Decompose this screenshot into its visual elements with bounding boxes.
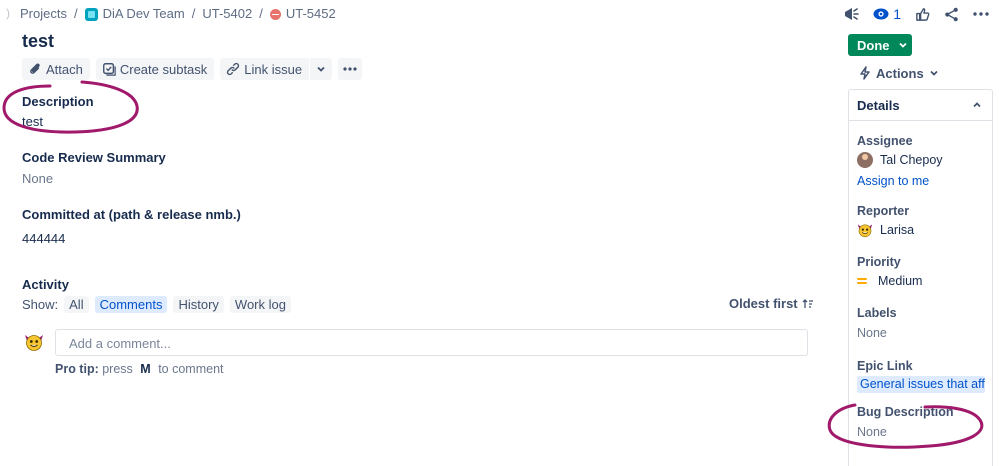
committed-at-value[interactable]: 444444 [22, 231, 65, 246]
reporter-value[interactable]: Larisa [857, 222, 914, 238]
activity-heading: Activity [22, 277, 69, 292]
more-actions-button[interactable] [338, 58, 363, 80]
details-title: Details [857, 97, 900, 113]
breadcrumb-team[interactable]: DiA Dev Team [103, 6, 185, 21]
issue-toolbar: Attach Create subtask Link issue [22, 58, 363, 80]
details-panel: Details Assignee Tal Chepoy Assign to me… [848, 89, 993, 466]
sort-order-label: Oldest first [729, 296, 798, 311]
create-subtask-button[interactable]: Create subtask [95, 58, 215, 80]
code-review-label: Code Review Summary [22, 150, 166, 165]
breadcrumb-edge: ) [6, 6, 10, 20]
pro-tip-press: press [102, 362, 133, 376]
description-label: Description [22, 94, 94, 109]
labels-label: Labels [857, 306, 897, 320]
project-icon [84, 7, 98, 21]
breadcrumb-parent-issue[interactable]: UT-5402 [202, 6, 252, 21]
thumbs-up-icon[interactable] [915, 7, 930, 22]
pro-tip-label: Pro tip: [55, 362, 99, 376]
bug-description-value[interactable]: None [857, 425, 887, 439]
subtask-icon [102, 63, 116, 76]
eye-icon [873, 8, 889, 20]
priority-label: Priority [857, 255, 901, 269]
issue-title[interactable]: test [22, 31, 54, 52]
breadcrumb-projects[interactable]: Projects [20, 6, 67, 21]
link-issue-group: Link issue [220, 58, 333, 80]
labels-value[interactable]: None [857, 326, 887, 340]
pro-tip-rest: to comment [158, 362, 224, 376]
bug-description-label: Bug Description [857, 405, 954, 419]
link-icon [227, 62, 240, 76]
watchers-count: 1 [893, 6, 901, 22]
more-icon [343, 67, 357, 71]
more-icon[interactable] [973, 12, 989, 16]
breadcrumb-separator: / [259, 5, 263, 21]
reporter-avatar [857, 224, 873, 238]
assignee-name: Tal Chepoy [880, 153, 943, 167]
assign-to-me-link[interactable]: Assign to me [857, 174, 929, 188]
filter-comments[interactable]: Comments [94, 295, 168, 313]
sort-icon [802, 298, 813, 308]
chevron-down-icon [898, 42, 907, 48]
assignee-value[interactable]: Tal Chepoy [857, 152, 943, 168]
link-issue-button[interactable]: Link issue [220, 58, 310, 80]
epic-link-label: Epic Link [857, 359, 913, 373]
watch-button[interactable]: 1 [873, 6, 901, 22]
issue-header-actions: 1 [843, 3, 989, 25]
link-issue-dropdown[interactable] [310, 58, 333, 80]
actions-label: Actions [876, 65, 924, 81]
code-review-value[interactable]: None [22, 171, 53, 186]
filter-work-log[interactable]: Work log [229, 295, 291, 313]
status-label: Done [857, 37, 890, 53]
description-value[interactable]: test [22, 114, 43, 129]
assignee-avatar [857, 152, 873, 168]
priority-name: Medium [878, 274, 923, 288]
committed-at-label: Committed at (path & release nmb.) [22, 207, 241, 222]
breadcrumb: ) Projects / DiA Dev Team / UT-5402 / UT… [0, 4, 336, 22]
actions-button[interactable]: Actions [859, 64, 939, 82]
breadcrumb-issue-key[interactable]: UT-5452 [286, 6, 336, 21]
show-label: Show: [22, 296, 59, 312]
filter-all[interactable]: All [64, 295, 89, 313]
chevron-down-icon [317, 66, 325, 72]
filter-history[interactable]: History [173, 295, 224, 313]
pro-tip: Pro tip: press M to comment [55, 362, 224, 376]
attach-button[interactable]: Attach [22, 58, 90, 80]
bug-type-icon [269, 8, 281, 20]
feedback-icon[interactable] [843, 6, 860, 22]
chevron-down-icon [930, 70, 938, 76]
pro-tip-key: M [140, 362, 151, 376]
share-icon[interactable] [944, 7, 959, 22]
status-button[interactable]: Done [848, 34, 912, 56]
current-user-avatar [24, 332, 44, 357]
sort-order-button[interactable]: Oldest first [729, 296, 814, 311]
activity-filters: Show: All Comments History Work log [22, 295, 291, 313]
epic-link-value[interactable]: General issues that aff... [857, 376, 985, 393]
priority-medium-icon [857, 278, 867, 284]
assignee-label: Assignee [857, 134, 913, 148]
lightning-icon [860, 66, 870, 80]
details-header[interactable]: Details [849, 90, 992, 121]
paperclip-icon [30, 63, 40, 74]
add-comment-input[interactable]: Add a comment... [55, 329, 808, 356]
link-issue-label: Link issue [244, 61, 303, 77]
breadcrumb-separator: / [191, 5, 196, 21]
reporter-name: Larisa [880, 223, 915, 237]
create-subtask-label: Create subtask [119, 61, 208, 77]
chevron-up-icon [973, 102, 981, 108]
breadcrumb-separator: / [73, 5, 78, 21]
attach-label: Attach [46, 61, 83, 77]
reporter-label: Reporter [857, 204, 910, 218]
priority-value[interactable]: Medium [857, 274, 922, 288]
